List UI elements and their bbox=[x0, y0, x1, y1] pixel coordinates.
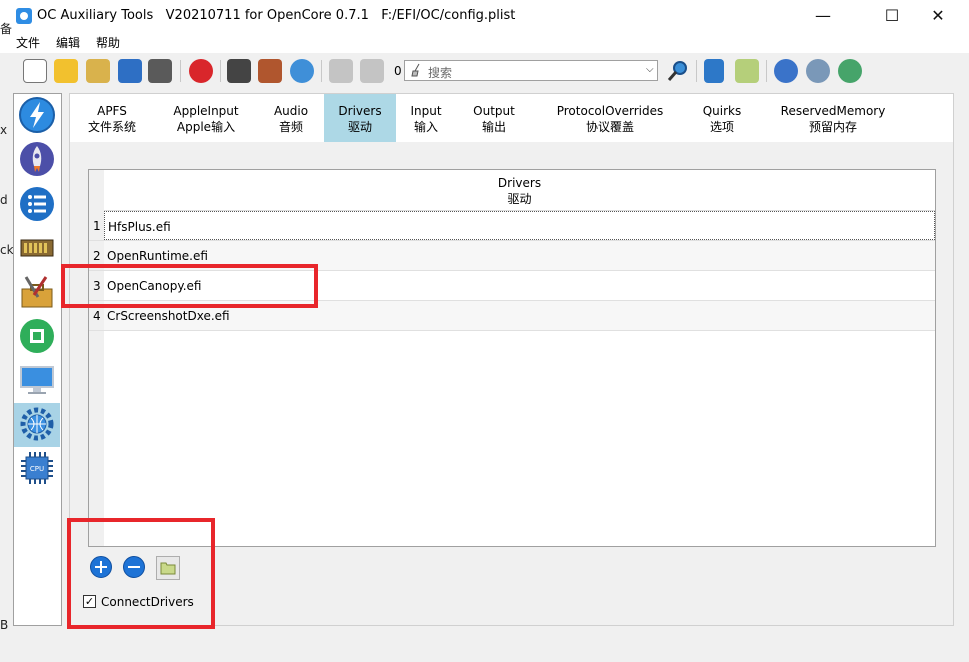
tools-icon[interactable] bbox=[258, 59, 282, 83]
tab-label-zh: 输入 bbox=[413, 120, 438, 134]
tab-reservedmemory[interactable]: ReservedMemory 预留内存 bbox=[772, 94, 894, 142]
tab-output[interactable]: Output 输出 bbox=[464, 94, 524, 142]
row-number: 4 bbox=[93, 309, 101, 323]
table-header-en: Drivers bbox=[497, 176, 542, 190]
rocket-icon bbox=[20, 142, 54, 176]
table-header[interactable]: Drivers 驱动 bbox=[104, 170, 935, 211]
tab-label-en: APFS bbox=[97, 104, 127, 118]
sidebar-item-deviceproperties[interactable] bbox=[17, 184, 57, 224]
memory-chip-icon bbox=[20, 239, 54, 257]
sidebar-item-platforminfo[interactable] bbox=[17, 360, 57, 400]
tab-appleinput[interactable]: AppleInput Apple输入 bbox=[166, 94, 246, 142]
sidebar-item-nvram[interactable] bbox=[17, 316, 57, 356]
network-icon[interactable] bbox=[806, 59, 830, 83]
tab-label-zh: 选项 bbox=[709, 120, 734, 134]
toolbox-icon bbox=[21, 276, 53, 308]
toolbar-separator bbox=[766, 60, 767, 82]
tab-quirks[interactable]: Quirks 选项 bbox=[692, 94, 752, 142]
edge-fragment: d bbox=[0, 193, 8, 207]
highlight-box bbox=[61, 264, 318, 308]
tab-protocoloverrides[interactable]: ProtocolOverrides 协议覆盖 bbox=[548, 94, 672, 142]
database-icon[interactable] bbox=[704, 59, 724, 83]
broom-icon bbox=[411, 63, 420, 77]
disk-mount-icon[interactable] bbox=[227, 59, 251, 83]
redo-icon[interactable] bbox=[360, 59, 384, 83]
tab-label-zh: 输出 bbox=[481, 120, 506, 134]
edge-fragment: 备 bbox=[0, 22, 13, 36]
tab-label-en: ReservedMemory bbox=[780, 104, 886, 118]
table-header-zh: 驱动 bbox=[507, 192, 532, 206]
close-button[interactable]: ✕ bbox=[915, 0, 961, 31]
maximize-button[interactable]: ☐ bbox=[869, 0, 915, 31]
tab-label-en: Output bbox=[473, 104, 515, 118]
driver-cell[interactable]: HfsPlus.efi bbox=[104, 211, 935, 240]
save-as-icon[interactable] bbox=[148, 59, 172, 83]
toolbar-separator bbox=[220, 60, 221, 82]
edge-fragment: ck bbox=[0, 243, 14, 257]
tab-apfs[interactable]: APFS 文件系统 bbox=[80, 94, 144, 142]
tab-label-en: Audio bbox=[273, 104, 309, 118]
menu-bar bbox=[0, 31, 969, 53]
chevron-down-icon[interactable]: ⌵ bbox=[646, 64, 654, 75]
window-title: OC Auxiliary Tools V20210711 for OpenCor… bbox=[37, 8, 516, 23]
power-icon[interactable] bbox=[774, 59, 798, 83]
save-icon[interactable] bbox=[118, 59, 142, 83]
open-folder-icon[interactable] bbox=[54, 59, 78, 83]
refresh-icon[interactable] bbox=[290, 59, 314, 83]
svg-text:CPU: CPU bbox=[30, 465, 44, 473]
search-count: 0 bbox=[394, 64, 402, 78]
tab-drivers[interactable]: Drivers 驱动 bbox=[324, 94, 396, 142]
new-file-icon[interactable] bbox=[23, 59, 47, 83]
tab-label-zh: 音频 bbox=[278, 120, 303, 134]
table-row[interactable]: 1 HfsPlus.efi bbox=[89, 211, 935, 241]
toolbar-separator bbox=[180, 60, 181, 82]
tab-label-zh: 文件系统 bbox=[87, 120, 136, 134]
folder-map-icon[interactable] bbox=[735, 59, 759, 83]
lightning-icon bbox=[19, 97, 55, 133]
tab-label-zh: 预留内存 bbox=[808, 120, 857, 134]
cpu-icon: CPU bbox=[21, 452, 53, 484]
sidebar-item-acpi[interactable] bbox=[17, 95, 57, 135]
sidebar-item-kernel[interactable] bbox=[17, 228, 57, 268]
search-icon[interactable] bbox=[666, 59, 690, 83]
tab-label-zh: Apple输入 bbox=[176, 120, 236, 134]
menu-edit[interactable]: 编辑 bbox=[56, 34, 80, 51]
about-icon[interactable] bbox=[838, 59, 862, 83]
tab-label-zh: 协议覆盖 bbox=[585, 120, 634, 134]
search-placeholder: 搜索 bbox=[428, 66, 453, 80]
tab-label-en: Drivers bbox=[338, 104, 382, 118]
row-number: 1 bbox=[93, 219, 101, 233]
minimize-button[interactable]: — bbox=[800, 0, 846, 31]
row-number: 2 bbox=[93, 249, 101, 263]
edge-fragment: x bbox=[0, 123, 8, 137]
tab-label-zh: 驱动 bbox=[347, 120, 372, 134]
app-icon bbox=[16, 8, 32, 24]
sidebar-item-booter[interactable] bbox=[17, 139, 57, 179]
tab-input[interactable]: Input 输入 bbox=[402, 94, 450, 142]
toolbar-separator bbox=[696, 60, 697, 82]
sidebar-item-misc[interactable] bbox=[17, 272, 57, 312]
list-icon bbox=[20, 187, 54, 221]
sidebar-item-cpu[interactable]: CPU bbox=[17, 448, 57, 488]
gear-globe-icon bbox=[20, 407, 54, 441]
error-check-icon[interactable] bbox=[189, 59, 213, 83]
menu-file[interactable]: 文件 bbox=[16, 34, 40, 51]
toolbar-separator bbox=[321, 60, 322, 82]
tab-audio[interactable]: Audio 音频 bbox=[264, 94, 318, 142]
tab-label-en: Quirks bbox=[702, 104, 742, 118]
monitor-icon bbox=[20, 366, 54, 394]
tab-label-en: AppleInput bbox=[173, 104, 239, 118]
chip-icon bbox=[20, 319, 54, 353]
tab-label-en: ProtocolOverrides bbox=[556, 104, 664, 118]
menu-help[interactable]: 帮助 bbox=[96, 34, 120, 51]
tab-label-en: Input bbox=[410, 104, 442, 118]
sidebar-item-uefi[interactable] bbox=[17, 404, 57, 444]
edge-fragment: B bbox=[0, 618, 9, 632]
undo-icon[interactable] bbox=[329, 59, 353, 83]
open-folder-up-icon[interactable] bbox=[86, 59, 110, 83]
highlight-box bbox=[67, 518, 215, 629]
